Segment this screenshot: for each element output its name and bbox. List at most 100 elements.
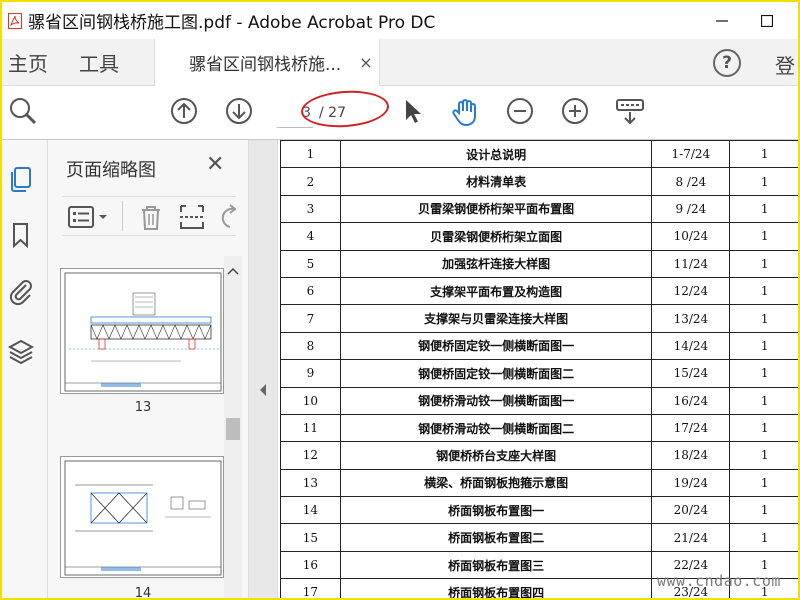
drawing-name: 贝雷梁钢便桥桁架立面图 bbox=[339, 222, 653, 251]
table-row: 11 钢便桥滑动铰一侧横断面图二 17/24 1 bbox=[280, 413, 798, 443]
drawing-name: 桥面钢板布置图四 bbox=[339, 578, 653, 598]
drawing-page: 12/24 bbox=[651, 276, 731, 306]
row-number: 6 bbox=[280, 276, 341, 306]
zoom-out-icon[interactable] bbox=[505, 96, 535, 126]
row-number: 8 bbox=[280, 331, 341, 361]
row-number: 15 bbox=[280, 523, 341, 552]
panel-title: 页面缩略图 bbox=[66, 160, 156, 181]
row-number: 11 bbox=[280, 413, 341, 443]
drawing-name: 横梁、桥面钢板抱箍示意图 bbox=[339, 468, 653, 498]
drawing-quantity: 1 bbox=[729, 468, 798, 498]
main-toolbar bbox=[2, 86, 798, 140]
row-number: 14 bbox=[280, 496, 341, 525]
insert-page-icon[interactable] bbox=[178, 203, 206, 235]
table-row: 9 钢便桥固定铰一侧横断面图二 15/24 1 bbox=[280, 359, 798, 388]
drawing-quantity: 1 bbox=[729, 413, 798, 443]
zoom-search-icon[interactable] bbox=[8, 96, 38, 126]
page-thumbnails-icon[interactable] bbox=[6, 164, 36, 194]
drawing-page: 16/24 bbox=[651, 386, 731, 415]
panel-splitter[interactable] bbox=[248, 140, 278, 598]
bookmarks-icon[interactable] bbox=[6, 220, 36, 250]
drawing-name: 桥面钢板布置图一 bbox=[339, 496, 653, 525]
panel-toolbar bbox=[62, 196, 237, 236]
thumbnail-page-number: 13 bbox=[134, 400, 152, 415]
drawing-name: 支撑架平面布置及构造图 bbox=[339, 276, 653, 306]
drawing-name: 加强弦杆连接大样图 bbox=[339, 249, 653, 278]
row-number: 17 bbox=[280, 578, 341, 598]
table-row: 5 加强弦杆连接大样图 11/24 1 bbox=[280, 249, 798, 278]
scroll-up-icon[interactable] bbox=[227, 260, 239, 279]
drawing-name: 桥面钢板布置图三 bbox=[339, 550, 653, 580]
document-tab-label: 骡省区间钢栈桥施... bbox=[189, 55, 342, 75]
drawing-page: 11/24 bbox=[651, 249, 731, 278]
previous-page-icon[interactable] bbox=[169, 96, 199, 126]
watermark: www.cndao.com bbox=[657, 572, 781, 590]
drawing-name: 钢便桥滑动铰一侧横断面图二 bbox=[339, 413, 653, 443]
row-number: 16 bbox=[280, 550, 341, 580]
row-number: 1 bbox=[280, 140, 341, 169]
page-thumbnail-13[interactable] bbox=[60, 268, 224, 394]
close-tab-icon[interactable]: × bbox=[359, 53, 372, 72]
tab-document[interactable]: 骡省区间钢栈桥施... × bbox=[154, 39, 380, 86]
document-view[interactable]: 1 设计总说明 1-7/24 1 2 材料清单表 8 /24 1 3 贝雷梁钢便桥桁架平面布置图 9… bbox=[278, 140, 798, 598]
table-row: 12 钢便桥桥台支座大样图 18/24 1 bbox=[280, 441, 798, 470]
drawing-name: 支撑架与贝雷梁连接大样图 bbox=[339, 304, 653, 333]
row-number: 5 bbox=[280, 249, 341, 278]
row-number: 2 bbox=[280, 167, 341, 196]
minimize-button[interactable] bbox=[699, 2, 745, 39]
title-bar: 骡省区间钢栈桥施工图.pdf - Adobe Acrobat Pro DC bbox=[2, 2, 798, 39]
thumbnail-options-icon[interactable] bbox=[68, 205, 112, 233]
page-thumbnails-panel: 页面缩略图 ✕ 13 14 bbox=[48, 140, 248, 600]
maximize-button[interactable] bbox=[744, 2, 790, 39]
row-number: 9 bbox=[280, 359, 341, 388]
collapse-panel-icon[interactable] bbox=[258, 382, 268, 401]
table-row: 1 设计总说明 1-7/24 1 bbox=[280, 140, 798, 169]
drawing-name: 钢便桥固定铰一侧横断面图一 bbox=[339, 331, 653, 361]
drawing-page: 19/24 bbox=[651, 468, 731, 498]
drawing-index-table: 1 设计总说明 1-7/24 1 2 材料清单表 8 /24 1 3 贝雷梁钢便桥桁架平面布置图 9… bbox=[280, 140, 798, 598]
thumbnail-page-number: 14 bbox=[134, 586, 152, 600]
next-page-icon[interactable] bbox=[224, 96, 254, 126]
rotate-page-icon[interactable] bbox=[220, 203, 237, 235]
drawing-name: 贝雷梁钢便桥桁架平面布置图 bbox=[339, 194, 653, 224]
drawing-quantity: 1 bbox=[729, 331, 798, 361]
window-title: 骡省区间钢栈桥施工图.pdf - Adobe Acrobat Pro DC bbox=[28, 13, 436, 33]
keyboard-tools-icon[interactable] bbox=[614, 96, 644, 126]
hand-tool-icon[interactable] bbox=[450, 96, 480, 127]
drawing-quantity: 1 bbox=[729, 222, 798, 251]
close-panel-icon[interactable]: ✕ bbox=[206, 152, 224, 177]
table-row: 10 钢便桥滑动铰一侧横断面图一 16/24 1 bbox=[280, 386, 798, 415]
table-row: 3 贝雷梁钢便桥桁架平面布置图 9 /24 1 bbox=[280, 194, 798, 224]
table-row: 14 桥面钢板布置图一 20/24 1 bbox=[280, 496, 798, 525]
left-rail bbox=[2, 140, 48, 598]
table-row: 7 支撑架与贝雷梁连接大样图 13/24 1 bbox=[280, 304, 798, 333]
select-cursor-icon[interactable] bbox=[398, 96, 428, 126]
drawing-quantity: 1 bbox=[729, 496, 798, 525]
drawing-page: 14/24 bbox=[651, 331, 731, 361]
row-number: 13 bbox=[280, 468, 341, 498]
scroll-thumb[interactable] bbox=[226, 418, 240, 440]
table-row: 13 横梁、桥面钢板抱箍示意图 19/24 1 bbox=[280, 468, 798, 498]
drawing-name: 钢便桥桥台支座大样图 bbox=[339, 441, 653, 470]
delete-page-icon[interactable] bbox=[138, 203, 164, 235]
attachments-icon[interactable] bbox=[6, 276, 36, 306]
sign-in-link[interactable]: 登 bbox=[775, 50, 795, 79]
table-row: 6 支撑架平面布置及构造图 12/24 1 bbox=[280, 276, 798, 306]
layers-icon[interactable] bbox=[6, 336, 36, 366]
drawing-quantity: 1 bbox=[729, 359, 798, 388]
drawing-name: 设计总说明 bbox=[339, 140, 653, 169]
tab-tools[interactable]: 工具 bbox=[79, 39, 119, 86]
thumbnail-scrollbar[interactable] bbox=[224, 256, 242, 598]
page-thumbnail-14[interactable] bbox=[60, 456, 224, 578]
drawing-page: 15/24 bbox=[651, 359, 731, 388]
drawing-quantity: 1 bbox=[729, 140, 798, 169]
help-icon[interactable]: ? bbox=[713, 49, 741, 77]
drawing-quantity: 1 bbox=[729, 276, 798, 306]
table-row: 2 材料清单表 8 /24 1 bbox=[280, 167, 798, 196]
drawing-page: 1-7/24 bbox=[651, 140, 731, 169]
tab-home[interactable]: 主页 bbox=[8, 39, 48, 86]
row-number: 10 bbox=[280, 386, 341, 415]
drawing-quantity: 1 bbox=[729, 167, 798, 196]
row-number: 7 bbox=[280, 304, 341, 333]
zoom-in-icon[interactable] bbox=[560, 96, 590, 126]
